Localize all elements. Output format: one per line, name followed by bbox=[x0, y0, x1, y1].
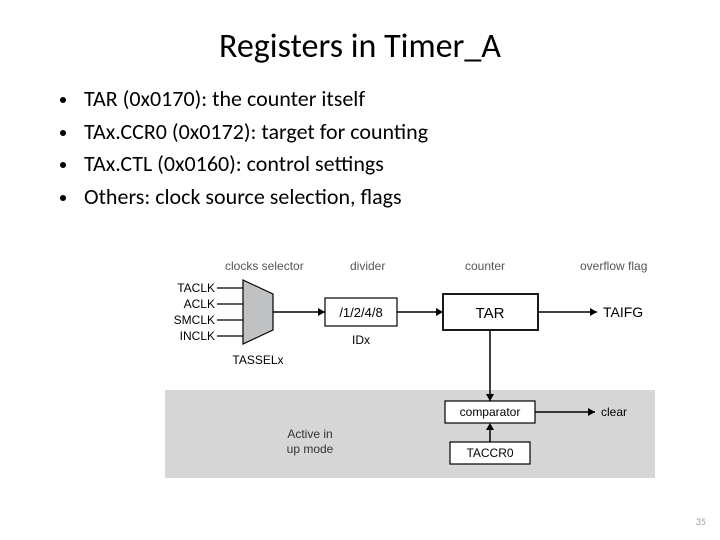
clk-aclk: ACLK bbox=[184, 297, 215, 311]
hdr-overflow: overflow flag bbox=[580, 259, 647, 273]
tasselx-label: TASSELx bbox=[232, 353, 283, 367]
bullet-text: TAR (0x0170): the counter itself bbox=[84, 85, 365, 114]
comparator-label: comparator bbox=[460, 405, 521, 419]
bullet-dot-icon bbox=[60, 97, 66, 103]
clear-label: clear bbox=[601, 405, 627, 419]
bullet-item: TAR (0x0170): the counter itself bbox=[60, 85, 680, 114]
taccr0-label: TACCR0 bbox=[466, 446, 513, 460]
hdr-divider: divider bbox=[350, 259, 385, 273]
bullet-list: TAR (0x0170): the counter itself TAx.CCR… bbox=[0, 85, 720, 211]
taifg-label: TAIFG bbox=[603, 304, 643, 320]
bullet-item: TAx.CTL (0x0160): control settings bbox=[60, 150, 680, 179]
slide-title: Registers in Timer_A bbox=[0, 0, 720, 85]
bullet-dot-icon bbox=[60, 162, 66, 168]
clk-smclk: SMCLK bbox=[174, 313, 215, 327]
bullet-dot-icon bbox=[60, 195, 66, 201]
divider-label: /1/2/4/8 bbox=[339, 305, 382, 320]
page-number: 35 bbox=[696, 515, 706, 528]
bullet-item: Others: clock source selection, flags bbox=[60, 183, 680, 212]
clk-inclk: INCLK bbox=[180, 329, 215, 343]
bullet-text: Others: clock source selection, flags bbox=[84, 183, 402, 212]
counter-label: TAR bbox=[476, 305, 505, 322]
hdr-clocks: clocks selector bbox=[225, 259, 304, 273]
mux-icon bbox=[243, 280, 273, 344]
timer-diagram: clocks selector divider counter overflow… bbox=[165, 258, 655, 478]
hdr-counter: counter bbox=[465, 259, 505, 273]
idx-label: IDx bbox=[352, 333, 370, 347]
active-label-2: up mode bbox=[287, 442, 334, 456]
bullet-item: TAx.CCR0 (0x0172): target for counting bbox=[60, 118, 680, 147]
clk-taclk: TACLK bbox=[177, 281, 215, 295]
bullet-text: TAx.CCR0 (0x0172): target for counting bbox=[84, 118, 428, 147]
active-label-1: Active in bbox=[287, 427, 332, 441]
bullet-dot-icon bbox=[60, 130, 66, 136]
bullet-text: TAx.CTL (0x0160): control settings bbox=[84, 150, 384, 179]
